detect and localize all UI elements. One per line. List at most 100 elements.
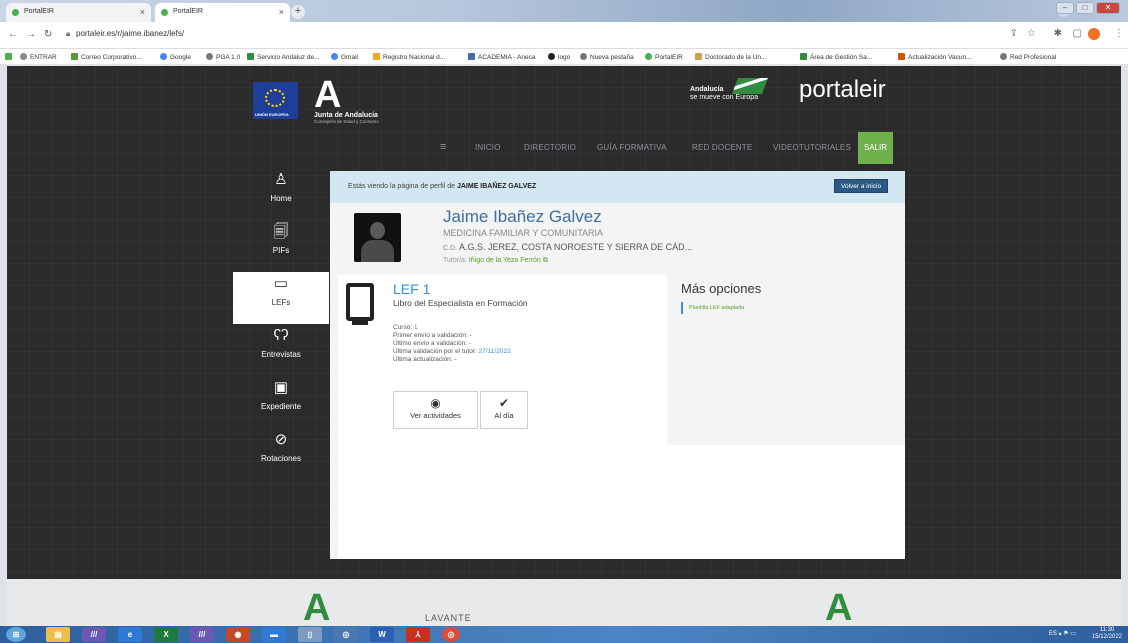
junta-andalucia-logo[interactable]: A Junta de Andalucía Consejería de Salud… [314,74,379,124]
lef-primer-envio: Primer envío a validación: - [393,332,472,339]
bookmark-item[interactable]: Registro Nacional d... [373,53,445,61]
main-content: Estás viendo la página de perfil de JAIM… [330,171,905,559]
browser-tab[interactable]: PortalEIR × [6,3,151,22]
book-icon: ▭ [273,275,289,292]
app-icon[interactable]: /// [82,627,106,642]
bookmark-item[interactable]: PortalEIR [645,53,683,61]
nav-red-docente[interactable]: RED DOCENTE [692,143,752,152]
extensions-icon[interactable]: ✱ [1054,28,1062,39]
bookmark-item[interactable]: ACADEMIA - Aneca [468,53,535,61]
word-icon[interactable]: W [370,627,394,642]
salir-button[interactable]: SALIR [858,132,893,164]
bookmark-item[interactable]: Red Profesional [1000,53,1056,61]
bookmark-item[interactable]: Google [160,53,191,61]
tutor-link[interactable]: Iñigo de la Yeza Ferrón [469,257,541,264]
explorer-icon[interactable]: ▤ [46,627,70,642]
volver-a-inicio-button[interactable]: Volver a inicio [834,179,889,193]
bookmark-item[interactable]: Actualización Vacun... [898,53,971,61]
close-tab-icon[interactable]: × [279,7,284,17]
andalucia-flag-icon [732,78,768,94]
apps-icon[interactable] [5,53,15,61]
bookmark-item[interactable]: Correo Corporativo... [71,53,142,61]
app-icon[interactable]: ▬ [262,627,286,642]
sidebar-item-lefs[interactable]: ▭ LEFs [233,272,329,324]
user-tie-icon: ♙ [274,171,288,188]
nav-inicio[interactable]: INICIO [475,143,501,152]
excel-icon[interactable]: X [154,627,178,642]
brand-logo[interactable]: portaleir [799,76,886,104]
back-arrow-icon[interactable]: ← [8,29,18,40]
top-navigation: ≡ INICIO DIRECTORIO GUÍA FORMATIVA RED D… [7,132,1121,164]
footprints-icon: ʕʔ [273,327,289,344]
file-id-icon: ▣ [273,379,289,396]
junta-a-icon: A [314,74,342,116]
start-button[interactable]: ⊞ [6,627,26,642]
share-icon[interactable]: ⇪ [1010,28,1018,39]
lef-ultima-validacion: Última validación por el tutor: 27/11/20… [393,348,511,355]
url-input[interactable]: portaleir.es/r/jaime.ibanez/lefs/ [76,29,184,38]
eye-icon: ◉ [430,396,441,410]
nav-guia-formativa[interactable]: GUÍA FORMATIVA [597,143,667,152]
profile-header: Jaime Ibañez Galvez MEDICINA FAMILIAR Y … [330,203,905,275]
maximize-button[interactable]: □ [1076,2,1094,14]
bookmark-item[interactable]: ENTRAR [20,53,57,61]
bookmark-item[interactable]: Doctorado de la Un... [695,53,766,61]
sidepanel-icon[interactable]: ▢ [1073,28,1082,39]
bookmark-item[interactable]: Nueva pestaña [580,53,634,61]
close-tab-icon[interactable]: × [140,7,145,17]
ie-icon[interactable]: e [118,627,142,642]
tab-title: PortalEIR [24,8,54,15]
page-footer: A LAVANTE A [7,579,1121,627]
app-icon[interactable]: ▯ [298,627,322,642]
sidebar-item-rotaciones[interactable]: ⊘ Rotaciones [233,428,329,480]
hamburger-menu-icon[interactable]: ≡ [440,141,446,153]
external-link-icon[interactable]: ⧉ [543,257,548,264]
sidebar-item-home[interactable]: ♙ Home [233,168,329,220]
close-window-button[interactable]: ✕ [1096,2,1120,14]
chrome-icon[interactable]: ◎ [442,627,460,642]
bookmark-item[interactable]: PGA 1.0 [206,53,240,61]
bookmark-item[interactable]: logo [548,53,570,61]
nav-videotutoriales[interactable]: VIDEOTUTORIALES [773,143,851,152]
bookmark-item[interactable]: Servicio Andaluz de... [247,53,320,61]
book-icon [346,283,374,325]
tab-title: PortalEIR [173,8,203,15]
nav-directorio[interactable]: DIRECTORIO [524,143,576,152]
eu-flag-logo: UNIÓN EUROPEA [253,82,298,119]
star-icon[interactable]: ☆ [1027,28,1036,39]
window-controls: – □ ✕ [1056,2,1120,14]
new-tab-button[interactable]: + [291,5,305,19]
al-dia-button[interactable]: ✔ Al día [480,391,528,429]
language-indicator[interactable]: ES [1049,631,1057,637]
taskbar: ⊞ ▤ /// e X /// ◉ ▬ ▯ ◎ W ⅄ ◎ ES ▴ ⚑ ▭ 1… [0,626,1128,643]
reload-icon[interactable]: ↻ [44,29,52,40]
bookmark-item[interactable]: Gmail [331,53,358,61]
minimize-button[interactable]: – [1056,2,1074,14]
app-icon[interactable]: ◎ [334,627,358,642]
menu-kebab-icon[interactable]: ⋮ [1114,28,1124,39]
browser-tab-active[interactable]: PortalEIR × [155,3,290,22]
bookmarks-bar: ENTRAR Correo Corporativo... Google PGA … [0,49,1128,65]
sidebar-item-label: LEFs [271,298,291,307]
app-icon[interactable]: /// [190,627,214,642]
profile-avatar[interactable] [1088,28,1100,40]
forward-arrow-icon[interactable]: → [26,29,36,40]
page-background: UNIÓN EUROPEA A Junta de Andalucía Conse… [7,66,1121,579]
ver-actividades-button[interactable]: ◉ Ver actividades [393,391,478,429]
check-circle-icon: ⊘ [274,431,288,448]
plantilla-lef-link[interactable]: Plantilla LEF adaptada [681,302,744,314]
content-empty-area [338,445,905,559]
lef-title[interactable]: LEF 1 [393,281,430,297]
clock[interactable]: 11:30 15/12/2022 [1092,627,1122,641]
bookmark-item[interactable]: Área de Gestión Sa... [800,53,872,61]
acrobat-icon[interactable]: ⅄ [406,627,430,642]
profile-banner: Estás viendo la página de perfil de JAIM… [330,171,905,203]
banner-text: Estás viendo la página de perfil de JAIM… [348,183,537,190]
sidebar-item-entrevistas[interactable]: ʕʔ Entrevistas [233,324,329,376]
avatar [354,213,401,262]
media-icon[interactable]: ◉ [226,627,250,642]
sidebar-item-label: Entrevistas [261,350,301,359]
sidebar-item-expediente[interactable]: ▣ Expediente [233,376,329,428]
junta-subtitle: Consejería de Salud y Consumo [314,119,379,124]
sidebar-item-pifs[interactable]: 🗐︎ PIFs [233,220,329,272]
